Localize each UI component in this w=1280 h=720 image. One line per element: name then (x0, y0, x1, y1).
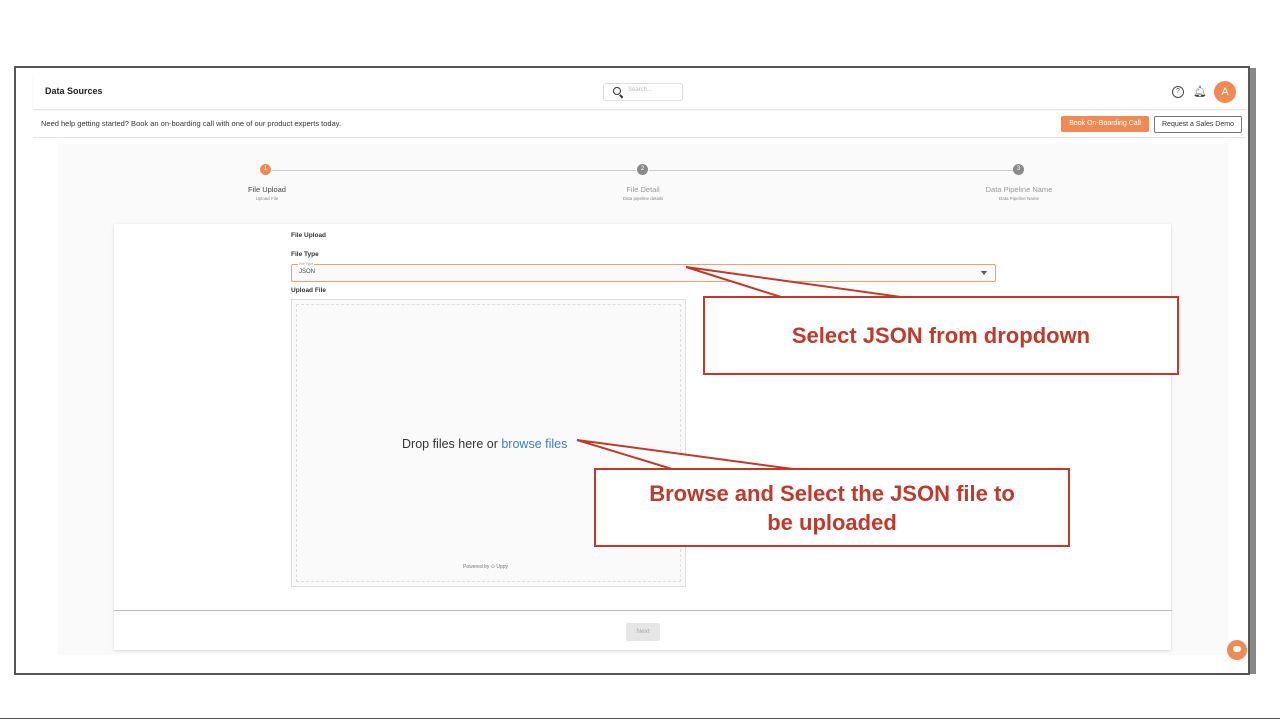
callout-2-text-line2: be uploaded (767, 509, 897, 535)
annotation-callout-1: Select JSON from dropdown (703, 296, 1179, 375)
callout-1-pointer (685, 266, 902, 298)
callout-1-text: Select JSON from dropdown (791, 322, 1091, 348)
callout-2-text-line1: Browse and Select the JSON file to (649, 480, 1015, 506)
callout-2-pointer (576, 439, 794, 470)
annotation-callout-2: Browse and Select the JSON file to be up… (594, 468, 1070, 547)
